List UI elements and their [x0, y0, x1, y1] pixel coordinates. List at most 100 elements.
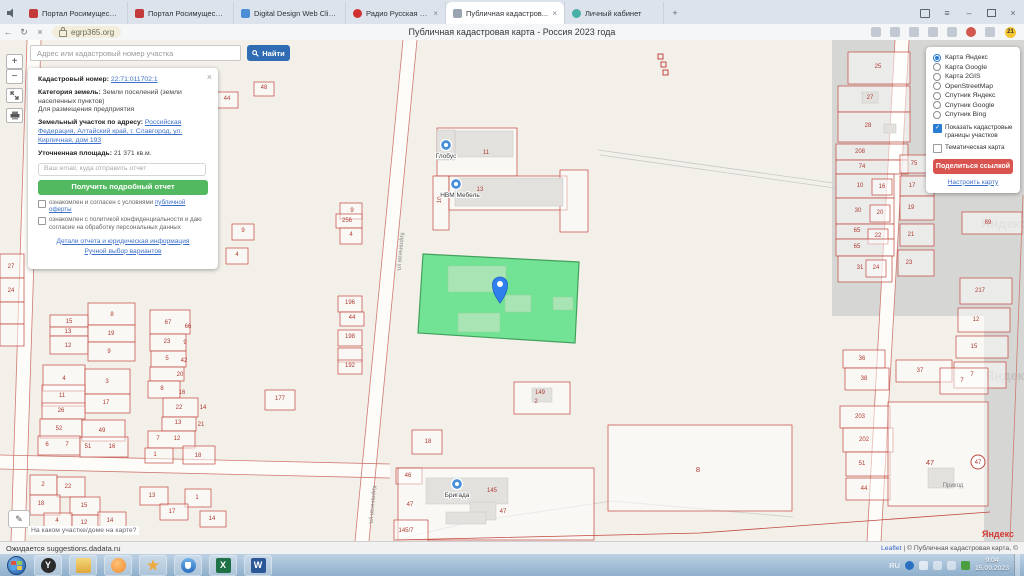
parcel-outline[interactable] [838, 112, 910, 142]
base-layer-option-5[interactable]: Спутник Google [933, 101, 1013, 111]
taskbar-yandex-browser[interactable]: Y [34, 555, 62, 576]
parcel-outline[interactable] [960, 278, 1012, 304]
stop-button[interactable]: × [32, 27, 48, 37]
parcel-outline[interactable] [898, 250, 934, 276]
headset-icon[interactable] [890, 27, 900, 37]
parcel-outline[interactable] [145, 448, 173, 463]
window-minimize-button[interactable]: – [958, 2, 980, 24]
base-layer-option-3[interactable]: OpenStreetMap [933, 82, 1013, 92]
downloads-badge[interactable]: 21 [1005, 27, 1016, 38]
url-field[interactable]: egrp365.org [52, 26, 121, 38]
new-tab-button[interactable]: + [664, 2, 686, 24]
base-layer-option-6[interactable]: Спутник Bing [933, 110, 1013, 120]
start-button[interactable] [7, 556, 26, 575]
side-panel-icon[interactable] [914, 2, 936, 24]
taskbar-star-browser[interactable]: ★ [139, 555, 167, 576]
taskbar-gosuslugi[interactable] [174, 555, 202, 576]
parcel-outline[interactable] [88, 342, 135, 361]
get-report-button[interactable]: Получить подробный отчет [38, 180, 208, 195]
close-icon[interactable]: × [207, 72, 212, 84]
draw-selection-button[interactable]: ✎ [8, 510, 30, 528]
tray-yandex-icon[interactable] [905, 561, 914, 570]
tray-hidden-icons[interactable] [919, 561, 928, 570]
bookmark-icon[interactable] [947, 27, 957, 37]
tab-personal-account[interactable]: Личный кабинет [564, 2, 664, 24]
parcel-outline[interactable] [958, 308, 1010, 332]
taskbar-explorer[interactable] [69, 555, 97, 576]
zoom-in-button[interactable]: + [6, 54, 23, 69]
parcel-outline[interactable] [30, 495, 60, 515]
parcel-outline[interactable] [962, 212, 1022, 234]
print-button[interactable] [6, 108, 23, 123]
parcel-outline[interactable] [836, 160, 908, 174]
browser-menu-icon[interactable]: ≡ [936, 2, 958, 24]
radio-button[interactable] [933, 63, 941, 71]
parcel-outline[interactable] [836, 239, 894, 256]
base-layer-option-4[interactable]: Спутник Яндекс [933, 91, 1013, 101]
parcel-outline[interactable] [0, 302, 24, 324]
radio-button[interactable] [933, 82, 941, 90]
tab-rosim-2[interactable]: Портал Росимущества [128, 2, 234, 24]
search-button[interactable]: Найти [247, 45, 290, 61]
parcel-outline[interactable] [148, 381, 180, 398]
alice-icon[interactable] [966, 27, 976, 37]
base-layer-option-2[interactable]: Карта 2GIS [933, 72, 1013, 82]
base-layer-option-1[interactable]: Карта Google [933, 63, 1013, 73]
apps-grid-icon[interactable] [871, 27, 881, 37]
tab-radio[interactable]: Радио Русская Волн... × [346, 2, 446, 24]
volume-icon[interactable] [933, 561, 942, 570]
parcel-outline[interactable] [836, 144, 908, 160]
language-indicator[interactable]: RU [889, 561, 900, 570]
tab-close-icon[interactable]: × [552, 9, 557, 18]
reload-button[interactable]: ↻ [16, 27, 32, 38]
parcel-outline[interactable] [38, 436, 80, 455]
radio-button[interactable] [933, 54, 941, 62]
tab-close-icon[interactable]: × [433, 9, 438, 18]
search-input[interactable]: Адрес или кадастровый номер участка [30, 45, 241, 61]
taskbar-clock[interactable]: 9:04 15.09.2023 [975, 557, 1009, 574]
offer-consent-checkbox[interactable] [38, 200, 46, 208]
parcel-outline[interactable] [888, 402, 988, 506]
configure-map-link[interactable]: Настроить карту [948, 179, 999, 186]
taskbar-amigo[interactable] [104, 555, 132, 576]
taskbar-word[interactable]: W [244, 555, 272, 576]
parcel-outline[interactable] [940, 368, 988, 394]
extensions-icon[interactable] [909, 27, 919, 37]
tab-cadastral-map-active[interactable]: Публичная кадастров... × [446, 2, 564, 24]
show-borders-checkbox[interactable]: ✓ [933, 124, 942, 133]
parcel-outline[interactable] [846, 452, 890, 476]
tab-rosim-1[interactable]: Портал Росимущества [22, 2, 128, 24]
taskbar-excel[interactable]: X [209, 555, 237, 576]
parcel-outline[interactable] [956, 336, 1008, 358]
antivirus-icon[interactable] [961, 561, 970, 570]
parcel-outline[interactable] [900, 224, 934, 246]
window-close-button[interactable]: × [1002, 2, 1024, 24]
back-button[interactable]: ← [0, 27, 16, 37]
thematic-map-checkbox[interactable] [933, 144, 942, 153]
share-link-button[interactable]: Поделиться ссылкой [933, 159, 1013, 174]
radio-button[interactable] [933, 92, 941, 100]
network-icon[interactable] [947, 561, 956, 570]
privacy-consent-checkbox[interactable] [38, 217, 46, 225]
zoom-out-button[interactable]: − [6, 69, 23, 84]
tab-sound-button[interactable] [0, 2, 22, 24]
profile-icon[interactable] [985, 27, 995, 37]
show-desktop-button[interactable] [1014, 554, 1020, 576]
parcel-outline[interactable] [0, 324, 24, 346]
report-details-link[interactable]: Детали отчета и юридическая информация [57, 238, 190, 245]
radio-button[interactable] [933, 73, 941, 81]
base-layer-option-0[interactable]: Карта Яндекс [933, 53, 1013, 63]
window-restore-button[interactable] [980, 2, 1002, 24]
fullscreen-button[interactable] [6, 88, 23, 103]
cadastral-number-link[interactable]: 22:71:011702:1 [111, 76, 158, 83]
tab-digital-design[interactable]: Digital Design Web Client [234, 2, 346, 24]
email-input[interactable]: Ваш email, куда отправить отчет [38, 163, 206, 176]
parcel-outline[interactable] [148, 431, 195, 448]
manual-choice-link[interactable]: Ручной выбор вариантов [84, 248, 161, 255]
parcel-outline[interactable] [560, 170, 588, 232]
parcel-outline[interactable] [846, 478, 890, 500]
parcel-outline[interactable] [900, 196, 934, 220]
radio-button[interactable] [933, 111, 941, 119]
collections-icon[interactable] [928, 27, 938, 37]
leaflet-link[interactable]: Leaflet [881, 545, 901, 552]
